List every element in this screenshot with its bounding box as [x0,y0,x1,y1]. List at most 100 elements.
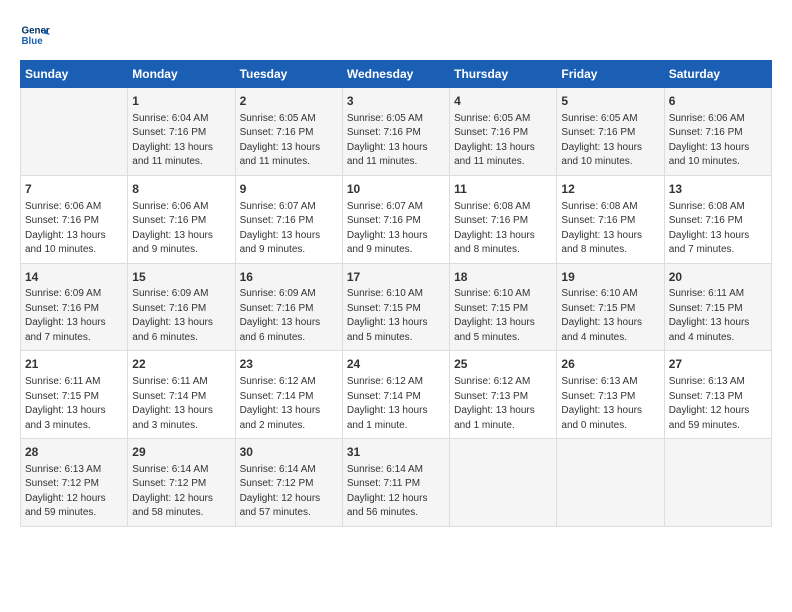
calendar-cell [664,439,771,527]
day-number: 11 [454,181,552,198]
day-number: 10 [347,181,445,198]
day-number: 16 [240,269,338,286]
week-row-3: 14 Sunrise: 6:09 AM Sunset: 7:16 PM Dayli… [21,263,772,351]
day-info: Sunrise: 6:14 AM Sunset: 7:12 PM Dayligh… [240,463,338,521]
day-info: Sunrise: 6:05 AM Sunset: 7:16 PM Dayligh… [347,112,445,170]
day-number: 14 [25,269,123,286]
day-number: 20 [669,269,767,286]
day-info: Sunrise: 6:11 AM Sunset: 7:15 PM Dayligh… [669,287,767,345]
day-number: 30 [240,444,338,461]
calendar-cell: 28 Sunrise: 6:13 AM Sunset: 7:12 PM Dayli… [21,439,128,527]
day-number: 6 [669,93,767,110]
day-info: Sunrise: 6:07 AM Sunset: 7:16 PM Dayligh… [347,200,445,258]
column-header-tuesday: Tuesday [235,61,342,88]
calendar-cell: 20Sunrise: 6:11 AM Sunset: 7:15 PM Dayli… [664,263,771,351]
calendar-cell: 31Sunrise: 6:14 AM Sunset: 7:11 PM Dayli… [342,439,449,527]
day-info: Sunrise: 6:12 AM Sunset: 7:14 PM Dayligh… [240,375,338,433]
day-number: 23 [240,356,338,373]
day-number: 25 [454,356,552,373]
day-info: Sunrise: 6:08 AM Sunset: 7:16 PM Dayligh… [454,200,552,258]
day-info: Sunrise: 6:05 AM Sunset: 7:16 PM Dayligh… [454,112,552,170]
calendar-cell: 12 Sunrise: 6:08 AM Sunset: 7:16 PM Dayli… [557,175,664,263]
day-info: Sunrise: 6:10 AM Sunset: 7:15 PM Dayligh… [561,287,659,345]
week-row-2: 7 Sunrise: 6:06 AM Sunset: 7:16 PM Daylig… [21,175,772,263]
calendar-cell: 3 Sunrise: 6:05 AM Sunset: 7:16 PM Daylig… [342,88,449,176]
day-number: 5 [561,93,659,110]
day-info: Sunrise: 6:06 AM Sunset: 7:16 PM Dayligh… [25,200,123,258]
day-info: Sunrise: 6:06 AM Sunset: 7:16 PM Dayligh… [132,200,230,258]
column-header-thursday: Thursday [450,61,557,88]
day-info: Sunrise: 6:05 AM Sunset: 7:16 PM Dayligh… [561,112,659,170]
day-info: Sunrise: 6:10 AM Sunset: 7:15 PM Dayligh… [347,287,445,345]
column-header-saturday: Saturday [664,61,771,88]
day-number: 8 [132,181,230,198]
day-info: Sunrise: 6:10 AM Sunset: 7:15 PM Dayligh… [454,287,552,345]
day-info: Sunrise: 6:09 AM Sunset: 7:16 PM Dayligh… [132,287,230,345]
week-row-5: 28 Sunrise: 6:13 AM Sunset: 7:12 PM Dayli… [21,439,772,527]
day-info: Sunrise: 6:07 AM Sunset: 7:16 PM Dayligh… [240,200,338,258]
day-number: 19 [561,269,659,286]
day-info: Sunrise: 6:13 AM Sunset: 7:13 PM Dayligh… [561,375,659,433]
day-number: 15 [132,269,230,286]
day-number: 22 [132,356,230,373]
day-number: 9 [240,181,338,198]
calendar-cell: 19Sunrise: 6:10 AM Sunset: 7:15 PM Dayli… [557,263,664,351]
day-number: 17 [347,269,445,286]
day-info: Sunrise: 6:11 AM Sunset: 7:15 PM Dayligh… [25,375,123,433]
header: GeneralBlue [20,20,772,50]
calendar-cell [450,439,557,527]
day-info: Sunrise: 6:13 AM Sunset: 7:13 PM Dayligh… [669,375,767,433]
day-number: 29 [132,444,230,461]
calendar-cell: 15Sunrise: 6:09 AM Sunset: 7:16 PM Dayli… [128,263,235,351]
calendar-cell: 4 Sunrise: 6:05 AM Sunset: 7:16 PM Daylig… [450,88,557,176]
calendar-cell: 25 Sunrise: 6:12 AM Sunset: 7:13 PM Dayli… [450,351,557,439]
day-number: 3 [347,93,445,110]
day-info: Sunrise: 6:08 AM Sunset: 7:16 PM Dayligh… [561,200,659,258]
calendar-cell: 27Sunrise: 6:13 AM Sunset: 7:13 PM Dayli… [664,351,771,439]
day-number: 4 [454,93,552,110]
day-info: Sunrise: 6:13 AM Sunset: 7:12 PM Dayligh… [25,463,123,521]
day-number: 24 [347,356,445,373]
calendar-cell: 29Sunrise: 6:14 AM Sunset: 7:12 PM Dayli… [128,439,235,527]
day-number: 26 [561,356,659,373]
calendar-cell: 11 Sunrise: 6:08 AM Sunset: 7:16 PM Dayli… [450,175,557,263]
day-number: 12 [561,181,659,198]
calendar-cell: 8 Sunrise: 6:06 AM Sunset: 7:16 PM Daylig… [128,175,235,263]
day-number: 28 [25,444,123,461]
week-row-1: 1 Sunrise: 6:04 AM Sunset: 7:16 PM Daylig… [21,88,772,176]
calendar-cell: 10 Sunrise: 6:07 AM Sunset: 7:16 PM Dayli… [342,175,449,263]
day-number: 1 [132,93,230,110]
svg-text:Blue: Blue [22,36,44,47]
calendar-cell: 24Sunrise: 6:12 AM Sunset: 7:14 PM Dayli… [342,351,449,439]
calendar-cell: 21 Sunrise: 6:11 AM Sunset: 7:15 PM Dayli… [21,351,128,439]
calendar-cell: 1 Sunrise: 6:04 AM Sunset: 7:16 PM Daylig… [128,88,235,176]
day-info: Sunrise: 6:05 AM Sunset: 7:16 PM Dayligh… [240,112,338,170]
column-header-monday: Monday [128,61,235,88]
day-info: Sunrise: 6:09 AM Sunset: 7:16 PM Dayligh… [240,287,338,345]
calendar-cell: 2Sunrise: 6:05 AM Sunset: 7:16 PM Daylig… [235,88,342,176]
column-header-friday: Friday [557,61,664,88]
day-info: Sunrise: 6:12 AM Sunset: 7:13 PM Dayligh… [454,375,552,433]
calendar-cell: 18Sunrise: 6:10 AM Sunset: 7:15 PM Dayli… [450,263,557,351]
calendar-cell: 17Sunrise: 6:10 AM Sunset: 7:15 PM Dayli… [342,263,449,351]
day-info: Sunrise: 6:04 AM Sunset: 7:16 PM Dayligh… [132,112,230,170]
day-number: 21 [25,356,123,373]
day-number: 13 [669,181,767,198]
day-number: 7 [25,181,123,198]
calendar-cell: 6 Sunrise: 6:06 AM Sunset: 7:16 PM Daylig… [664,88,771,176]
column-header-wednesday: Wednesday [342,61,449,88]
day-number: 18 [454,269,552,286]
day-info: Sunrise: 6:11 AM Sunset: 7:14 PM Dayligh… [132,375,230,433]
day-info: Sunrise: 6:06 AM Sunset: 7:16 PM Dayligh… [669,112,767,170]
calendar-cell: 13 Sunrise: 6:08 AM Sunset: 7:16 PM Dayli… [664,175,771,263]
day-number: 31 [347,444,445,461]
calendar-table: SundayMondayTuesdayWednesdayThursdayFrid… [20,60,772,527]
calendar-cell: 16Sunrise: 6:09 AM Sunset: 7:16 PM Dayli… [235,263,342,351]
logo-icon: GeneralBlue [20,20,50,50]
day-info: Sunrise: 6:08 AM Sunset: 7:16 PM Dayligh… [669,200,767,258]
logo: GeneralBlue [20,20,50,50]
calendar-cell: 23 Sunrise: 6:12 AM Sunset: 7:14 PM Dayli… [235,351,342,439]
calendar-cell: 14Sunrise: 6:09 AM Sunset: 7:16 PM Dayli… [21,263,128,351]
calendar-cell [557,439,664,527]
calendar-cell: 7 Sunrise: 6:06 AM Sunset: 7:16 PM Daylig… [21,175,128,263]
